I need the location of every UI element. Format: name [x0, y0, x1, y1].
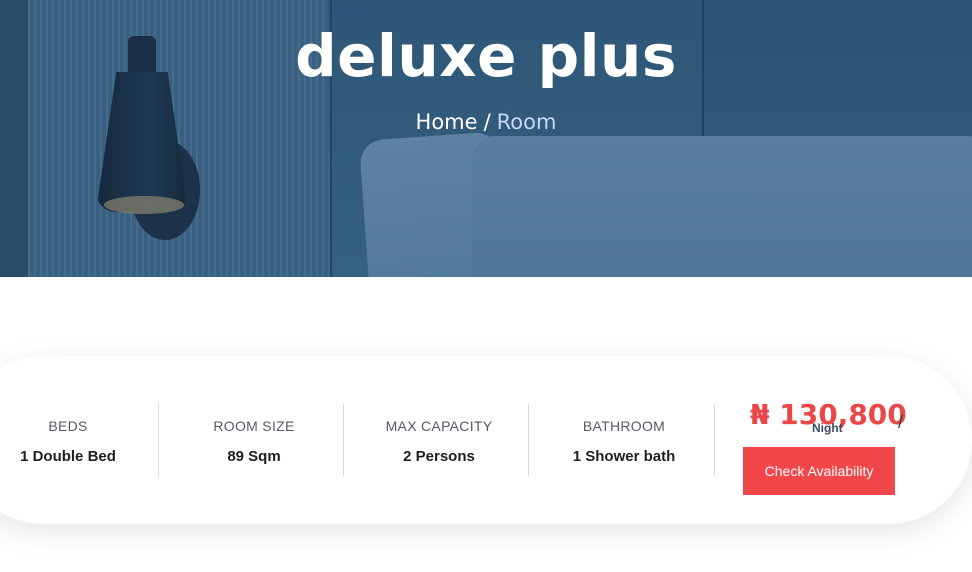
stat-divider — [158, 404, 159, 476]
page-hero: deluxe plus Home / Room — [0, 0, 972, 277]
price-separator: / — [898, 412, 904, 432]
stat-value: 89 Sqm — [227, 448, 281, 465]
stat-divider — [714, 404, 715, 476]
stat-divider — [343, 404, 344, 476]
price-unit: Night — [812, 421, 843, 435]
stat-max-capacity: MAX CAPACITY 2 Persons — [349, 404, 529, 476]
stat-beds: BEDS 1 Double Bed — [0, 404, 158, 476]
page-title: deluxe plus — [295, 22, 677, 90]
stat-divider — [528, 404, 529, 476]
hero-pillow — [472, 136, 972, 277]
stat-room-size: ROOM SIZE 89 Sqm — [164, 404, 344, 476]
stat-label: MAX CAPACITY — [385, 418, 493, 434]
stat-label: ROOM SIZE — [213, 418, 295, 434]
stat-value: 1 Shower bath — [572, 448, 676, 465]
stat-label: BEDS — [48, 418, 88, 434]
stat-bathroom: BATHROOM 1 Shower bath — [534, 404, 714, 476]
stat-label: BATHROOM — [582, 418, 666, 434]
stat-value: 2 Persons — [403, 448, 475, 465]
breadcrumb: Home / Room — [0, 110, 972, 134]
check-availability-button[interactable]: Check Availability — [743, 447, 895, 495]
breadcrumb-home-link[interactable]: Home — [416, 110, 478, 134]
breadcrumb-separator: / — [483, 110, 491, 134]
lamp-glow — [104, 196, 184, 214]
stat-value: 1 Double Bed — [20, 448, 116, 465]
breadcrumb-current: Room — [496, 110, 557, 134]
